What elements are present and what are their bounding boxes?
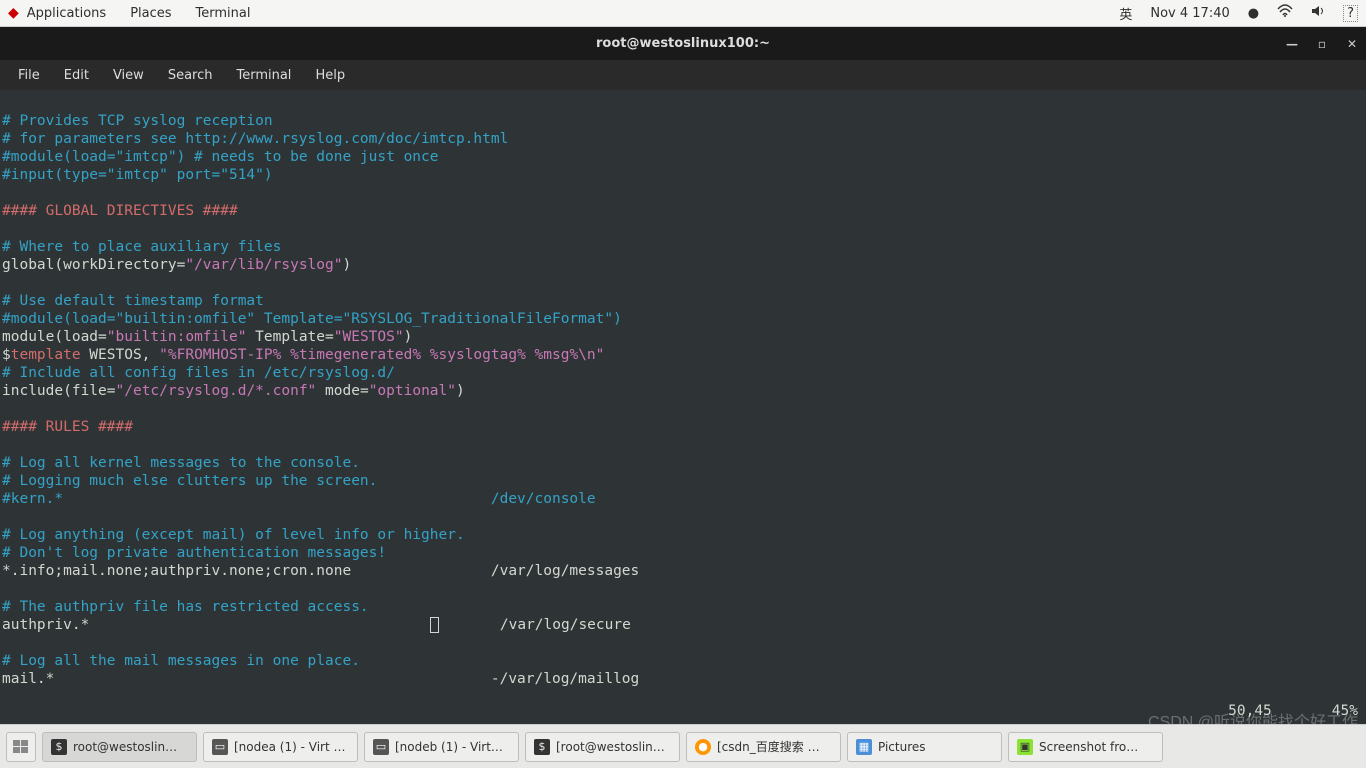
code-str: "WESTOS" — [334, 329, 404, 345]
show-desktop-button[interactable] — [6, 732, 36, 762]
vm-icon: ▭ — [212, 739, 228, 755]
code-line: Template= — [246, 329, 333, 345]
code-line: include(file= — [2, 383, 116, 399]
menu-view[interactable]: View — [101, 64, 156, 87]
code-line: #module(load="imtcp") — [2, 149, 185, 165]
folder-icon: ▦ — [856, 739, 872, 755]
code-line: module(load= — [2, 329, 107, 345]
code-line: # Use default timestamp format — [2, 293, 264, 309]
code-line: # Include all config files in /etc/rsysl… — [2, 365, 395, 381]
code-line: # The authpriv file has restricted acces… — [2, 599, 369, 615]
volume-icon[interactable] — [1311, 4, 1325, 22]
menu-terminal[interactable]: Terminal — [224, 64, 303, 87]
code-line: #### RULES #### — [2, 419, 133, 435]
code-line: /var/log/secure — [439, 617, 631, 633]
taskbar-item[interactable]: $ [root@westoslin… — [525, 732, 680, 762]
code-line: # Where to place auxiliary files — [2, 239, 281, 255]
applications-menu[interactable]: Applications — [27, 6, 106, 21]
menu-help[interactable]: Help — [303, 64, 357, 87]
terminal-icon: $ — [51, 739, 67, 755]
code-line: # Log all kernel messages to the console… — [2, 455, 360, 471]
code-line: # Log all the mail messages in one place… — [2, 653, 360, 669]
code-line: *.info;mail.none;authpriv.none;cron.none… — [2, 563, 639, 579]
code-line: #module(load="builtin:omfile" Template="… — [2, 311, 622, 327]
close-button[interactable]: ✕ — [1344, 36, 1360, 52]
taskbar-item[interactable]: ▭ [nodeb (1) - Virt… — [364, 732, 519, 762]
maximize-button[interactable]: ▫ — [1314, 36, 1330, 52]
taskbar-label: [nodeb (1) - Virt… — [395, 740, 503, 754]
menu-search[interactable]: Search — [156, 64, 225, 87]
code-line: # Log anything (except mail) of level in… — [2, 527, 465, 543]
terminal-menubar: File Edit View Search Terminal Help — [0, 60, 1366, 90]
code-keyword: template — [11, 347, 81, 363]
distro-icon: ◆ — [8, 5, 19, 21]
taskbar-label: Screenshot fro… — [1039, 740, 1138, 754]
places-menu[interactable]: Places — [130, 6, 171, 21]
code-line: ) — [342, 257, 351, 273]
code-str: "builtin:omfile" — [107, 329, 247, 345]
code-line: # Provides TCP syslog reception — [2, 113, 273, 129]
code-line: global(workDirectory= — [2, 257, 185, 273]
bottom-taskbar: $ root@westoslin… ▭ [nodea (1) - Virt … … — [0, 724, 1366, 768]
taskbar-label: [root@westoslin… — [556, 740, 665, 754]
code-str: "optional" — [369, 383, 456, 399]
gnome-top-panel: ◆ Applications Places Terminal 英 Nov 4 1… — [0, 0, 1366, 27]
cursor — [430, 617, 439, 633]
taskbar-item[interactable]: $ root@westoslin… — [42, 732, 197, 762]
taskbar-item[interactable]: ● [csdn_百度搜索 … — [686, 732, 841, 762]
window-title: root@westoslinux100:~ — [596, 36, 770, 51]
taskbar-label: Pictures — [878, 740, 926, 754]
clock[interactable]: Nov 4 17:40 — [1150, 6, 1229, 21]
taskbar-label: root@westoslin… — [73, 740, 177, 754]
code-line: ) — [404, 329, 413, 345]
code-line: mail.* -/var/log/maillog — [2, 671, 639, 687]
terminal-viewport[interactable]: # Provides TCP syslog reception # for pa… — [0, 90, 1366, 724]
code-line: authpriv.* — [2, 617, 430, 633]
firefox-icon: ● — [695, 739, 711, 755]
code-line: $ — [2, 347, 11, 363]
clock-dot: ● — [1248, 6, 1259, 21]
code-line: mode= — [316, 383, 368, 399]
menu-edit[interactable]: Edit — [52, 64, 101, 87]
code-line: # needs to be done just once — [185, 149, 438, 165]
taskbar-item[interactable]: ▦ Pictures — [847, 732, 1002, 762]
input-method-indicator[interactable]: 英 — [1119, 4, 1132, 23]
taskbar-item[interactable]: ▣ Screenshot fro… — [1008, 732, 1163, 762]
code-str: "%FROMHOST-IP% %timegenerated% %syslogta… — [159, 347, 604, 363]
terminal-icon: $ — [534, 739, 550, 755]
taskbar-item[interactable]: ▭ [nodea (1) - Virt … — [203, 732, 358, 762]
taskbar-label: [nodea (1) - Virt … — [234, 740, 346, 754]
code-line: # Don't log private authentication messa… — [2, 545, 386, 561]
code-line: # Logging much else clutters up the scre… — [2, 473, 377, 489]
network-icon[interactable] — [1277, 4, 1293, 22]
terminal-menu[interactable]: Terminal — [196, 6, 251, 21]
minimize-button[interactable]: — — [1284, 36, 1300, 52]
code-line: WESTOS, — [81, 347, 160, 363]
window-titlebar[interactable]: root@westoslinux100:~ — ▫ ✕ — [0, 27, 1366, 60]
image-icon: ▣ — [1017, 739, 1033, 755]
help-icon[interactable]: ? — [1343, 5, 1358, 22]
taskbar-label: [csdn_百度搜索 … — [717, 738, 820, 755]
code-line: #kern.* /dev/console — [2, 491, 596, 507]
code-line: #### GLOBAL DIRECTIVES #### — [2, 203, 238, 219]
vm-icon: ▭ — [373, 739, 389, 755]
code-line: # for parameters see http://www.rsyslog.… — [2, 131, 508, 147]
menu-file[interactable]: File — [6, 64, 52, 87]
code-str: "/var/lib/rsyslog" — [185, 257, 342, 273]
code-line: #input(type="imtcp" port="514") — [2, 167, 273, 183]
code-line: ) — [456, 383, 465, 399]
code-str: "/etc/rsyslog.d/*.conf" — [116, 383, 317, 399]
